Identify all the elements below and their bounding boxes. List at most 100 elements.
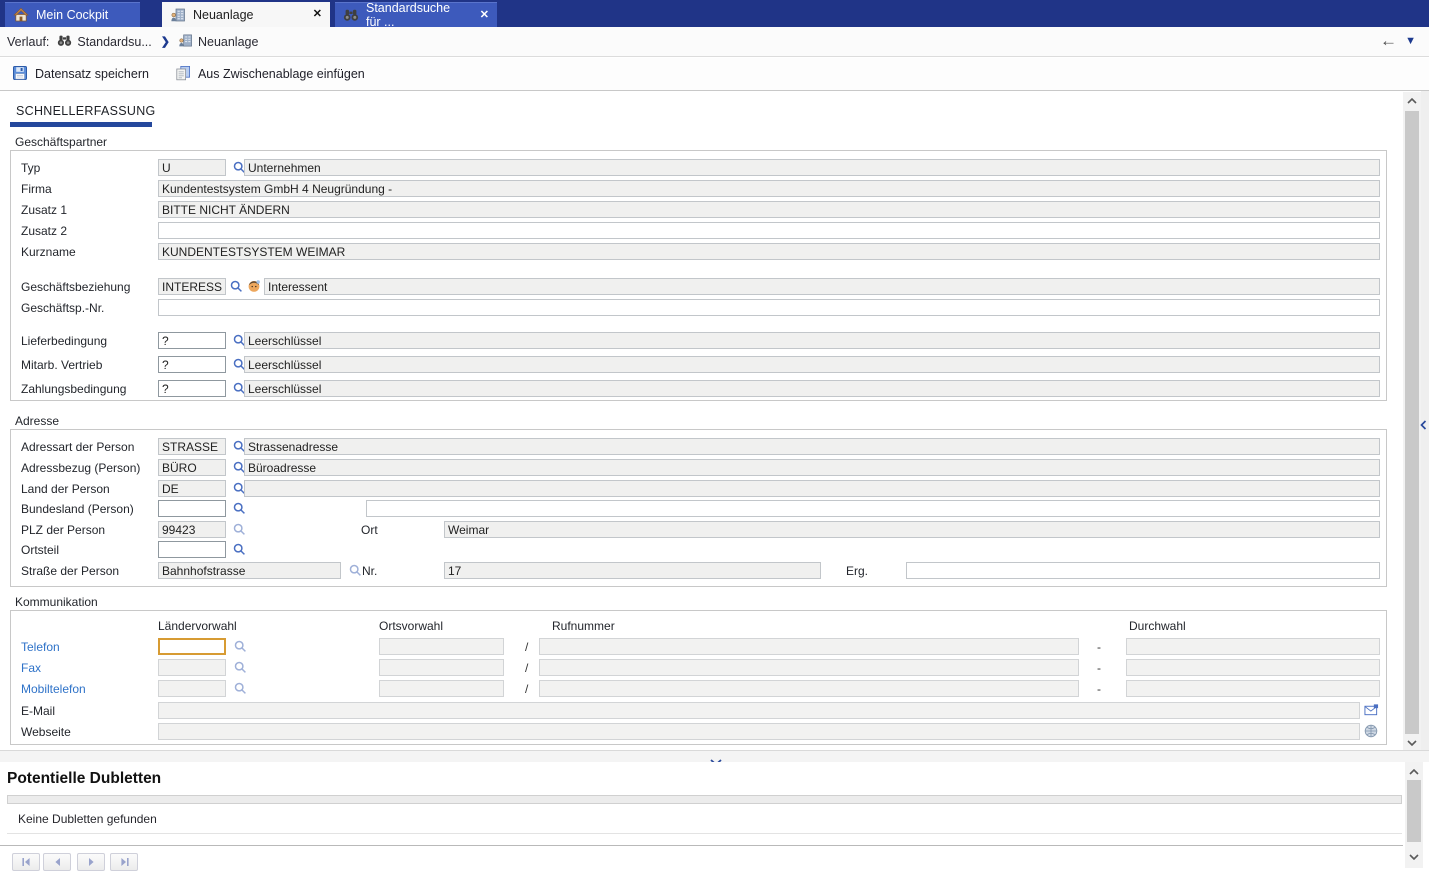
telefon-laendervorwahl-input[interactable] — [158, 638, 226, 655]
fax-rufnummer-input[interactable] — [539, 659, 1079, 676]
breadcrumb-item-standardsuche[interactable]: Standardsu... — [57, 33, 151, 51]
bundesland-input[interactable] — [366, 500, 1380, 517]
search-icon[interactable] — [234, 640, 247, 653]
dubletten-table-header — [7, 795, 1402, 804]
scrollbar-thumb[interactable] — [1405, 111, 1419, 734]
chevron-left-icon[interactable] — [1420, 417, 1429, 429]
form-scrollbar[interactable] — [1403, 92, 1421, 750]
kurzname-input[interactable] — [158, 243, 1380, 260]
fax-durchwahl-input[interactable] — [1126, 659, 1380, 676]
erg-input[interactable] — [906, 562, 1380, 579]
mitarb-vertrieb-key-input[interactable] — [158, 356, 226, 373]
fax-laendervorwahl-input[interactable] — [158, 659, 226, 676]
save-icon — [12, 65, 28, 84]
lieferbedingung-key-input[interactable] — [158, 332, 226, 349]
scroll-up-icon[interactable] — [1405, 765, 1423, 779]
save-record-button[interactable]: Datensatz speichern — [12, 65, 149, 84]
tab-neuanlage[interactable]: Neuanlage ✕ — [162, 2, 330, 27]
form-row-firma: Firma — [11, 180, 1386, 198]
email-input[interactable] — [158, 702, 1360, 719]
adressbezug-desc-field — [244, 459, 1380, 476]
close-icon[interactable]: ✕ — [474, 10, 489, 21]
tab-mein-cockpit[interactable]: Mein Cockpit — [5, 2, 140, 27]
tab-schnellerfassung[interactable]: SCHNELLERFASSUNG — [16, 104, 156, 118]
fax-link[interactable]: Fax — [21, 661, 41, 675]
first-page-button[interactable] — [12, 853, 40, 871]
paste-icon — [175, 65, 191, 84]
land-key-input[interactable] — [158, 480, 226, 497]
prev-page-button[interactable] — [43, 853, 71, 871]
telefon-ortsvorwahl-input[interactable] — [379, 638, 504, 655]
geschaeftsp-nr-input[interactable] — [158, 299, 1380, 316]
search-icon[interactable] — [233, 502, 246, 515]
hausnummer-input[interactable] — [444, 562, 821, 579]
field-label-firma: Firma — [21, 182, 52, 196]
zusatz2-input[interactable] — [158, 222, 1380, 239]
dropdown-arrow-icon[interactable]: ▼ — [1405, 35, 1416, 47]
zahlungsbedingung-key-input[interactable] — [158, 380, 226, 397]
section-title-geschaeftspartner: Geschäftspartner — [13, 135, 109, 149]
breadcrumb: Verlauf: Standardsu... ❯ Neuanlage — [0, 27, 1429, 57]
telefon-link[interactable]: Telefon — [21, 640, 60, 654]
section-title-adresse: Adresse — [13, 414, 61, 428]
last-page-button[interactable] — [110, 853, 138, 871]
mobiltelefon-ortsvorwahl-input[interactable] — [379, 680, 504, 697]
fax-ortsvorwahl-input[interactable] — [379, 659, 504, 676]
search-icon[interactable] — [233, 523, 246, 536]
typ-key-input[interactable] — [158, 159, 226, 176]
scroll-up-icon[interactable] — [1403, 94, 1421, 108]
plz-key-input[interactable] — [158, 521, 226, 538]
zusatz1-input[interactable] — [158, 201, 1380, 218]
tab-label: Neuanlage — [193, 8, 253, 22]
form-row-kurzname: Kurzname — [11, 243, 1386, 261]
scroll-down-icon[interactable] — [1405, 850, 1423, 864]
tab-standardsuche[interactable]: Standardsuche für ... ✕ — [335, 2, 497, 27]
dubletten-scrollbar[interactable] — [1405, 762, 1423, 868]
scrollbar-thumb[interactable] — [1407, 780, 1421, 842]
firma-input[interactable] — [158, 180, 1380, 197]
search-icon[interactable] — [233, 543, 246, 556]
pager-divider — [0, 845, 1403, 846]
search-icon[interactable] — [230, 280, 243, 293]
paste-from-clipboard-button[interactable]: Aus Zwischenablage einfügen — [175, 65, 365, 84]
bundesland-key-input[interactable] — [158, 500, 226, 517]
adressbezug-key-input[interactable] — [158, 459, 226, 476]
dash-separator: - — [1097, 661, 1101, 675]
form-row-land: Land der Person — [11, 480, 1386, 498]
telefon-durchwahl-input[interactable] — [1126, 638, 1380, 655]
field-label-ortsteil: Ortsteil — [21, 543, 59, 557]
search-icon[interactable] — [234, 661, 247, 674]
form-row-lieferbedingung: Lieferbedingung — [11, 332, 1386, 350]
form-row-zahlungsbedingung: Zahlungsbedingung — [11, 380, 1386, 398]
chevron-down-icon[interactable] — [710, 753, 722, 761]
ort-input[interactable] — [444, 521, 1380, 538]
mobiltelefon-link[interactable]: Mobiltelefon — [21, 682, 86, 696]
section-geschaeftspartner: Typ Firma Zusatz 1 Zusatz 2 Kurzname Ges… — [10, 150, 1387, 401]
slash-separator: / — [525, 682, 528, 696]
telefon-rufnummer-input[interactable] — [539, 638, 1079, 655]
search-icon[interactable] — [349, 564, 362, 577]
webseite-input[interactable] — [158, 723, 1360, 740]
tab-bar: Mein Cockpit Neuanlage ✕ Stan — [0, 0, 1429, 27]
search-icon[interactable] — [234, 682, 247, 695]
next-page-button[interactable] — [77, 853, 105, 871]
mobiltelefon-laendervorwahl-input[interactable] — [158, 680, 226, 697]
breadcrumb-prefix: Verlauf: — [7, 35, 49, 49]
mobiltelefon-rufnummer-input[interactable] — [539, 680, 1079, 697]
ortsteil-key-input[interactable] — [158, 541, 226, 558]
strasse-input[interactable] — [158, 562, 341, 579]
row-divider — [7, 833, 1402, 834]
mail-icon[interactable] — [1364, 703, 1379, 717]
adressart-key-input[interactable] — [158, 438, 226, 455]
globe-icon[interactable] — [1364, 724, 1379, 738]
geschaeftsbeziehung-key-input[interactable] — [158, 278, 226, 295]
tab-underline — [10, 122, 152, 127]
mobiltelefon-durchwahl-input[interactable] — [1126, 680, 1380, 697]
scroll-down-icon[interactable] — [1403, 736, 1421, 750]
back-arrow-icon[interactable]: ← — [1380, 31, 1397, 51]
close-icon[interactable]: ✕ — [307, 9, 322, 20]
field-label-webseite: Webseite — [21, 725, 71, 739]
breadcrumb-item-neuanlage[interactable]: Neuanlage — [178, 33, 258, 51]
field-label-lieferbedingung: Lieferbedingung — [21, 334, 107, 348]
breadcrumb-label: Standardsu... — [77, 35, 151, 49]
